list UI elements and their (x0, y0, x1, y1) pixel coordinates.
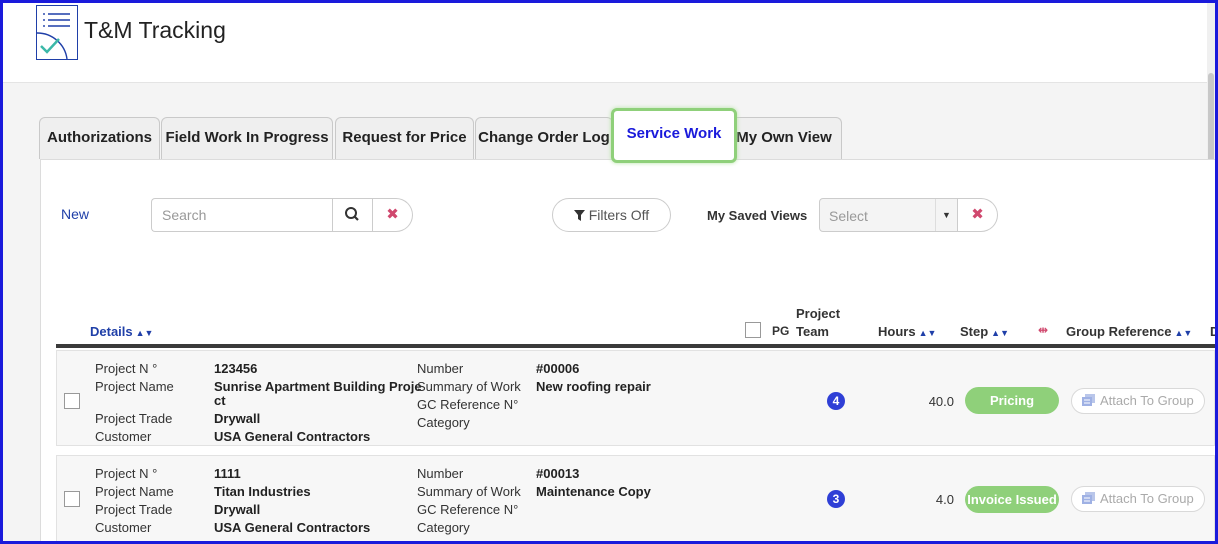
gc-reference-label: GC Reference N° (417, 502, 519, 517)
details-header-label: Details (90, 324, 133, 339)
column-header-group-reference[interactable]: Group Reference ▲▼ (1066, 324, 1192, 339)
attach-label: Attach To Group (1100, 491, 1194, 506)
filters-button[interactable]: Filters Off (552, 198, 671, 232)
table-row[interactable]: Project N ° Project Name Project Trade C… (56, 350, 1215, 446)
number-value: #00006 (536, 361, 580, 376)
column-header-details[interactable]: Details ▲▼ (90, 324, 153, 339)
project-name-value: Sunrise Apartment Building Proje (214, 379, 422, 394)
project-team-badge[interactable]: 3 (827, 490, 845, 508)
summary-label: Summary of Work (417, 379, 521, 394)
sort-icon: ▲▼ (1174, 328, 1193, 338)
project-name-label: Project Name (95, 484, 174, 499)
step-header-label: Step (960, 324, 989, 339)
search-input[interactable] (151, 198, 332, 232)
row-checkbox[interactable] (64, 393, 80, 409)
project-trade-label: Project Trade (95, 411, 173, 426)
project-trade-label: Project Trade (95, 502, 173, 517)
search-icon (345, 207, 359, 221)
hours-value: 40.0 (928, 394, 954, 409)
layers-icon (1082, 394, 1095, 406)
app-title: T&M Tracking (84, 17, 226, 43)
project-team-badge[interactable]: 4 (827, 392, 845, 410)
project-number-value: 123456 (214, 361, 258, 376)
app-header: T&M Tracking (3, 3, 1215, 83)
resize-column-icon[interactable]: ⇹ (1038, 323, 1048, 337)
attach-label: Attach To Group (1100, 393, 1194, 408)
saved-views-label: My Saved Views (707, 208, 808, 223)
column-header-pg[interactable]: PG (772, 324, 789, 338)
hours-value: 4.0 (935, 492, 954, 507)
layers-icon (1082, 492, 1095, 504)
tab-my-own-view[interactable]: My Own View (726, 117, 842, 159)
project-trade-value: Drywall (214, 411, 261, 426)
project-name-label: Project Name (95, 379, 174, 394)
tab-service-work[interactable]: Service Work (611, 108, 737, 163)
customer-label: Customer (95, 520, 152, 535)
gc-reference-label: GC Reference N° (417, 397, 519, 412)
app-window: T&M Tracking Authorizations Field Work I… (0, 0, 1218, 544)
select-all-checkbox[interactable] (745, 322, 761, 338)
tab-field-work-in-progress[interactable]: Field Work In Progress (161, 117, 333, 159)
column-header-next[interactable]: D (1210, 324, 1215, 339)
tab-authorizations[interactable]: Authorizations (39, 117, 160, 159)
close-icon: ✖ (971, 206, 984, 223)
summary-value: New roofing repair (536, 379, 651, 394)
column-header-hours[interactable]: Hours ▲▼ (878, 324, 936, 339)
project-trade-value: Drywall (214, 502, 261, 517)
sort-icon: ▲▼ (135, 328, 154, 338)
attach-to-group-button[interactable]: Attach To Group (1071, 388, 1205, 414)
column-header-step[interactable]: Step ▲▼ (960, 324, 1009, 339)
tab-request-for-price[interactable]: Request for Price (335, 117, 474, 159)
step-badge[interactable]: Invoice Issued (965, 486, 1059, 513)
filters-label: Filters Off (588, 207, 650, 223)
step-badge[interactable]: Pricing (965, 387, 1059, 414)
project-name-value-wrap: ct (214, 393, 226, 408)
sort-icon: ▲▼ (918, 328, 937, 338)
customer-label: Customer (95, 429, 152, 444)
customer-value: USA General Contractors (214, 520, 371, 535)
tab-change-order-log[interactable]: Change Order Log (475, 117, 613, 159)
number-label: Number (417, 466, 464, 481)
attach-to-group-button[interactable]: Attach To Group (1071, 486, 1205, 512)
category-label: Category (417, 415, 470, 430)
number-label: Number (417, 361, 464, 376)
row-checkbox[interactable] (64, 491, 80, 507)
clear-search-button[interactable]: ✖ (373, 198, 413, 232)
saved-views-select[interactable]: Select ▼ (819, 198, 958, 232)
project-number-value: 1111 (214, 466, 241, 481)
summary-label: Summary of Work (417, 484, 521, 499)
category-label: Category (417, 520, 470, 535)
column-header-project-team-line1: Project (796, 306, 841, 321)
search-button[interactable] (332, 198, 373, 232)
clear-saved-view-button[interactable]: ✖ (958, 198, 998, 232)
column-header-project-team-line2[interactable]: Team (796, 324, 829, 339)
saved-views-select-value: Select (829, 208, 868, 224)
app-logo-icon (36, 5, 78, 60)
filter-icon (573, 210, 585, 221)
number-value: #00013 (536, 466, 580, 481)
table-header-rule (56, 344, 1215, 348)
project-number-label: Project N ° (95, 361, 158, 376)
dropdown-arrow-icon: ▼ (935, 199, 957, 231)
table-row[interactable]: Project N ° Project Name Project Trade C… (56, 455, 1215, 541)
sort-icon: ▲▼ (991, 328, 1009, 338)
new-button[interactable]: New (61, 206, 89, 222)
summary-value: Maintenance Copy (536, 484, 651, 499)
hours-header-label: Hours (878, 324, 916, 339)
close-icon: ✖ (386, 206, 399, 223)
customer-value: USA General Contractors (214, 429, 371, 444)
group-reference-header-label: Group Reference (1066, 324, 1172, 339)
project-name-value: Titan Industries (214, 484, 311, 499)
project-number-label: Project N ° (95, 466, 158, 481)
